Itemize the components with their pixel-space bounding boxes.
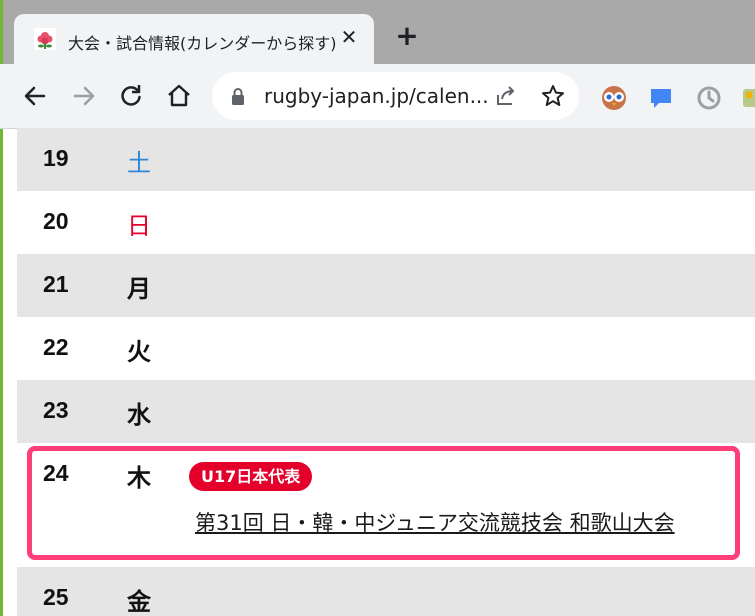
chat-extension-icon[interactable] — [647, 84, 675, 112]
day-number: 19 — [43, 145, 69, 171]
active-tab[interactable]: 大会・試合情報(カレンダーから探す) ✕ — [14, 14, 374, 66]
owl-extension-icon[interactable] — [600, 84, 628, 112]
day-number: 25 — [43, 584, 69, 610]
url-text[interactable]: rugby-japan.jp/calen... — [264, 84, 489, 108]
calendar-row: 23 水 — [17, 380, 755, 443]
weekday-label: 木 — [127, 464, 151, 492]
calendar-row-with-event: 24 木 U17日本代表 第31回 日・韓・中ジュニア交流競技会 和歌山大会 — [17, 443, 755, 567]
calendar-row: 25 金 — [17, 567, 755, 616]
category-badge: U17日本代表 — [189, 462, 313, 491]
weekday-label: 水 — [127, 401, 151, 429]
tab-strip: 大会・試合情報(カレンダーから探す) ✕ + — [0, 0, 755, 616]
reload-icon[interactable] — [117, 82, 145, 110]
tab-close-button[interactable]: ✕ — [338, 26, 360, 48]
home-icon[interactable] — [165, 82, 193, 110]
share-icon[interactable] — [494, 84, 518, 108]
puzzle-extension-icon[interactable] — [740, 84, 755, 112]
bookmark-star-icon[interactable] — [540, 83, 566, 109]
weekday-label: 火 — [127, 338, 151, 366]
weekday-label: 月 — [127, 275, 151, 303]
lock-icon[interactable] — [230, 87, 246, 105]
calendar-row: 19 土 — [17, 128, 755, 191]
rugby-rose-favicon-icon — [34, 28, 56, 50]
calendar-row: 20 日 — [17, 191, 755, 254]
weekday-label: 土 — [127, 149, 151, 177]
tab-title: 大会・試合情報(カレンダーから探す) — [68, 34, 337, 53]
calendar-row: 22 火 — [17, 317, 755, 380]
address-bar[interactable]: rugby-japan.jp/calen... — [212, 72, 579, 120]
new-tab-button[interactable]: + — [393, 22, 421, 50]
calendar-list: 19 土 20 日 21 月 22 火 23 水 24 木 U17日本代表 第3… — [17, 128, 755, 616]
event-link[interactable]: 第31回 日・韓・中ジュニア交流競技会 和歌山大会 — [195, 507, 675, 537]
calendar-row: 21 月 — [17, 254, 755, 317]
weekday-label: 日 — [127, 212, 151, 240]
back-arrow-icon[interactable] — [21, 82, 49, 110]
day-number: 20 — [43, 208, 69, 234]
day-number: 21 — [43, 271, 69, 297]
day-number: 23 — [43, 397, 69, 423]
history-extension-icon[interactable] — [695, 84, 723, 112]
day-number: 24 — [43, 460, 69, 486]
forward-arrow-icon[interactable] — [70, 82, 98, 110]
browser-toolbar: rugby-japan.jp/calen... — [0, 64, 755, 129]
weekday-label: 金 — [127, 588, 151, 616]
day-number: 22 — [43, 334, 69, 360]
